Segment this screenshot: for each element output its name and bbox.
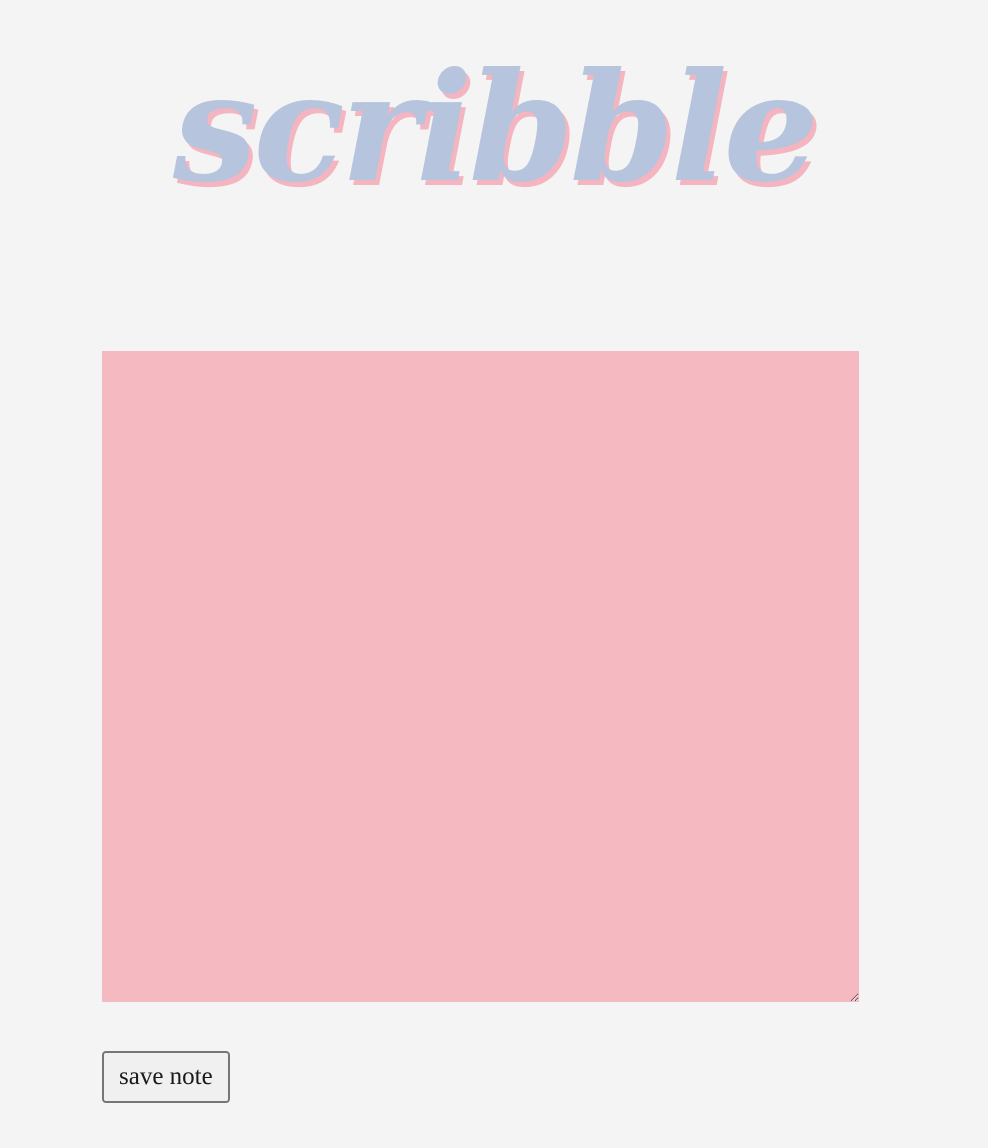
scribble-logo: scribble bbox=[173, 40, 819, 216]
page: scribble save note bbox=[0, 0, 988, 1148]
note-textarea[interactable] bbox=[102, 351, 859, 1002]
save-note-button[interactable]: save note bbox=[102, 1051, 230, 1103]
